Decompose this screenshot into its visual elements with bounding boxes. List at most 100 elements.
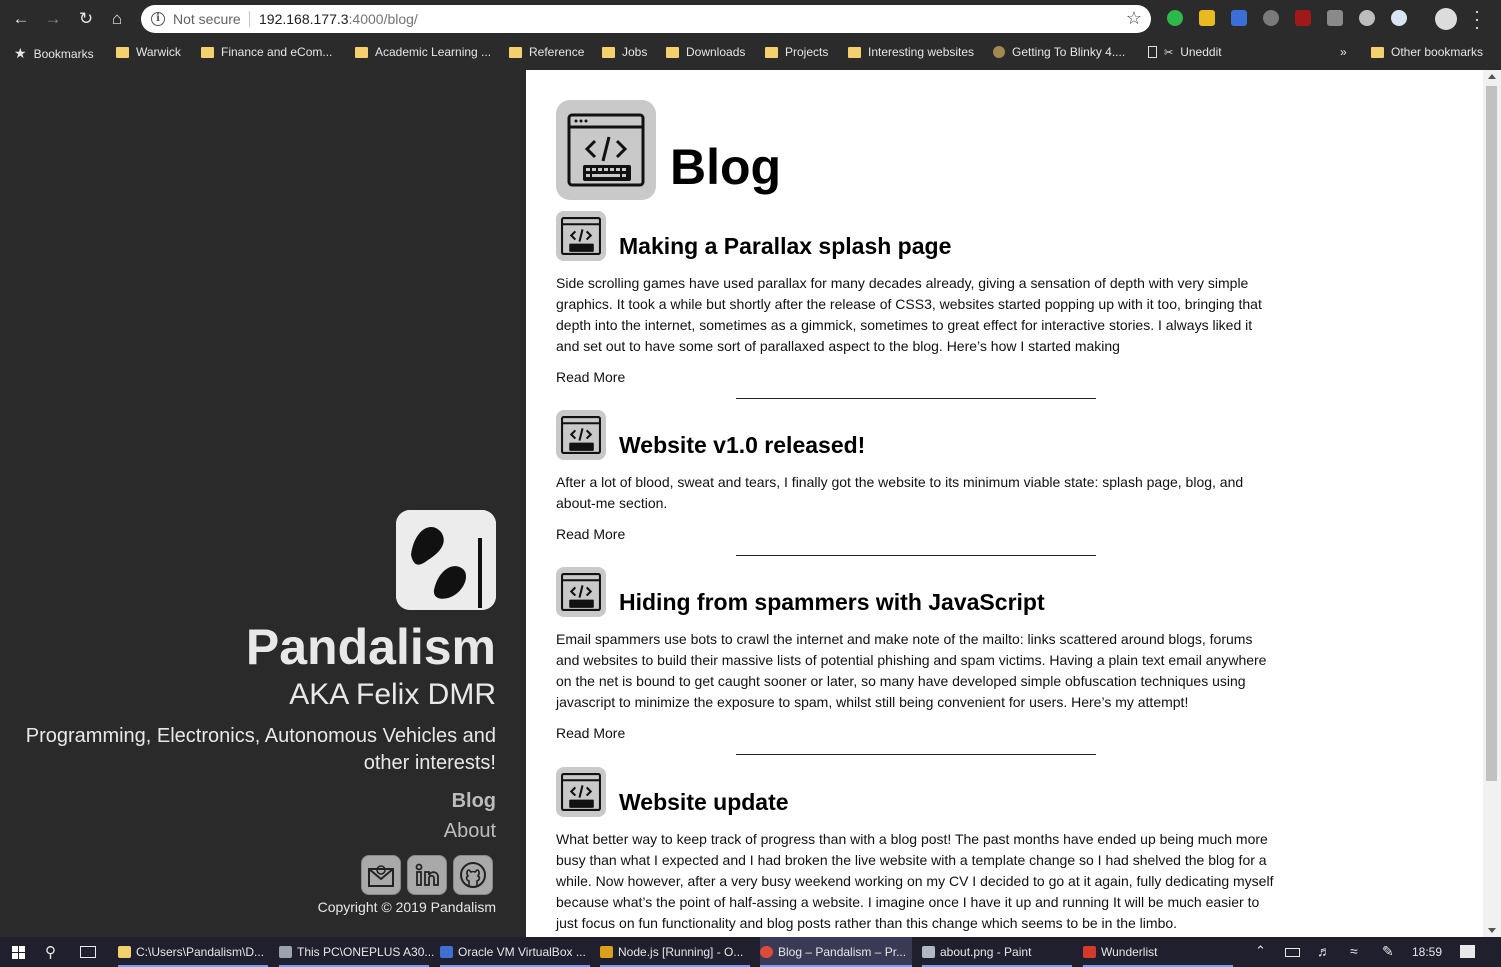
volume-icon[interactable]: ♬ xyxy=(1317,943,1331,959)
url-path[interactable]: :4000/blog/ xyxy=(349,11,418,27)
extension-l-icon[interactable] xyxy=(1391,10,1407,26)
read-more-link[interactable]: Read More xyxy=(556,369,625,385)
taskbar-label: This PC\ONEPLUS A30... xyxy=(297,945,435,959)
folder-icon xyxy=(666,46,679,58)
scroll-down-icon[interactable] xyxy=(1488,928,1496,933)
code-window-icon xyxy=(556,567,606,617)
folder-icon xyxy=(116,46,129,58)
bookmark-label: Uneddit xyxy=(1180,45,1222,59)
taskbar-label: C:\Users\Pandalism\D... xyxy=(136,945,265,959)
bookmark-item[interactable]: ★ Bookmarks xyxy=(14,45,94,62)
bookmark-star-icon[interactable]: ☆ xyxy=(1126,8,1142,29)
extension-green-icon[interactable] xyxy=(1167,10,1183,26)
extension-w-icon[interactable] xyxy=(1263,10,1279,26)
profile-avatar-icon[interactable] xyxy=(1435,8,1457,30)
ublock-icon[interactable] xyxy=(1295,10,1311,26)
reload-icon[interactable]: ↻ xyxy=(75,8,97,30)
scissors-icon: ✂ xyxy=(1164,46,1174,59)
code-window-icon xyxy=(556,100,656,200)
site-favicon-icon xyxy=(993,46,1005,58)
bookmark-item[interactable]: Getting To Blinky 4.... xyxy=(993,45,1125,59)
taskbar-item[interactable]: Node.js [Running] - O... xyxy=(600,937,750,967)
folder-icon xyxy=(355,46,368,58)
extension-chart-icon[interactable] xyxy=(1327,10,1343,26)
nav-link-blog[interactable]: Blog xyxy=(452,790,496,813)
scrollbar-thumb[interactable] xyxy=(1486,86,1497,781)
back-icon[interactable]: ← xyxy=(10,8,32,30)
nav-link-about[interactable]: About xyxy=(444,820,496,843)
code-window-icon xyxy=(556,211,606,261)
bookmark-folder[interactable]: Interesting websites xyxy=(848,45,974,59)
bookmark-folder[interactable]: Reference xyxy=(509,45,584,59)
other-bookmarks-folder[interactable]: Other bookmarks xyxy=(1371,45,1483,59)
post-divider xyxy=(736,754,1096,755)
taskbar-item[interactable]: Oracle VM VirtualBox ... xyxy=(440,937,590,967)
search-icon[interactable]: ⚲ xyxy=(45,943,56,961)
url-host[interactable]: 192.168.177.3 xyxy=(259,11,349,27)
linkedin-icon[interactable] xyxy=(407,855,447,895)
tray-chevron-up-icon[interactable]: ⌃ xyxy=(1255,943,1266,959)
bookmark-folder[interactable]: Academic Learning ... xyxy=(355,45,491,59)
address-bar[interactable]: i Not secure 192.168.177.3:4000/blog/ ☆ xyxy=(141,5,1151,33)
page-title: Blog xyxy=(670,139,782,195)
email-icon[interactable] xyxy=(361,855,401,895)
post-title[interactable]: Website update xyxy=(619,789,789,816)
bookmark-folder[interactable]: Finance and eCom... xyxy=(201,45,332,59)
nodejs-icon xyxy=(600,946,613,958)
post-title[interactable]: Hiding from spammers with JavaScript xyxy=(619,589,1045,616)
site-name[interactable]: Pandalism xyxy=(246,618,496,676)
windows-taskbar: ⚲ C:\Users\Pandalism\D... This PC\ONEPLU… xyxy=(0,937,1501,967)
pen-icon[interactable]: ✎ xyxy=(1382,943,1394,960)
extension-notes-icon[interactable] xyxy=(1199,10,1215,26)
url-text[interactable]: 192.168.177.3:4000/blog/ xyxy=(259,11,418,27)
bookmark-folder[interactable]: Projects xyxy=(765,45,828,59)
taskbar-item[interactable]: Wunderlist xyxy=(1083,937,1233,967)
code-window-icon xyxy=(556,767,606,817)
windows-start-icon[interactable] xyxy=(12,946,26,959)
taskbar-label: Oracle VM VirtualBox ... xyxy=(458,945,586,959)
browser-toolbar: ← → ↻ ⌂ i Not secure 192.168.177.3:4000/… xyxy=(0,0,1501,38)
task-view-icon[interactable] xyxy=(80,946,96,958)
battery-icon[interactable] xyxy=(1285,948,1300,957)
wunderlist-icon xyxy=(1083,946,1096,958)
bookmark-label: Finance and eCom... xyxy=(221,45,333,59)
page-icon xyxy=(1148,46,1157,58)
post-title[interactable]: Making a Parallax splash page xyxy=(619,233,951,260)
page-scrollbar[interactable] xyxy=(1483,70,1501,937)
taskbar-item[interactable]: C:\Users\Pandalism\D... xyxy=(118,937,268,967)
folder-icon xyxy=(1371,46,1384,58)
github-icon[interactable] xyxy=(453,855,493,895)
bookmarks-overflow-button[interactable]: » xyxy=(1340,45,1347,59)
info-icon[interactable]: i xyxy=(151,12,165,26)
read-more-link[interactable]: Read More xyxy=(556,725,625,741)
post-divider xyxy=(736,555,1096,556)
notifications-icon[interactable] xyxy=(1460,945,1475,958)
chrome-icon xyxy=(760,946,773,958)
post-title[interactable]: Website v1.0 released! xyxy=(619,432,865,459)
bookmark-folder[interactable]: Downloads xyxy=(666,45,745,59)
bookmark-label: Getting To Blinky 4.... xyxy=(1012,45,1126,59)
scroll-up-icon[interactable] xyxy=(1488,74,1496,79)
extension-check-icon[interactable] xyxy=(1359,10,1375,26)
taskbar-item[interactable]: This PC\ONEPLUS A30... xyxy=(279,937,434,967)
social-links xyxy=(361,855,493,895)
taskbar-label: Blog – Pandalism – Pr... xyxy=(778,945,907,959)
bookmark-folder[interactable]: Warwick xyxy=(116,45,181,59)
bookmark-label: Jobs xyxy=(622,45,648,59)
security-label[interactable]: Not secure xyxy=(173,11,241,27)
taskbar-clock[interactable]: 18:59 xyxy=(1412,937,1442,967)
taskbar-item[interactable]: about.png - Paint xyxy=(922,937,1072,967)
wifi-icon[interactable]: ≈ xyxy=(1350,943,1358,959)
browser-menu-icon[interactable]: · · · xyxy=(1470,2,1484,36)
panda-logo-icon[interactable] xyxy=(396,510,496,610)
home-icon[interactable]: ⌂ xyxy=(106,8,128,30)
read-more-link[interactable]: Read More xyxy=(556,526,625,542)
bookmark-folder[interactable]: Jobs xyxy=(602,45,647,59)
code-window-icon xyxy=(556,410,606,460)
forward-icon[interactable]: → xyxy=(42,8,64,30)
blog-main: Blog Making a Parallax splash page Side … xyxy=(526,70,1483,937)
extension-calendar-icon[interactable] xyxy=(1231,10,1247,26)
bookmark-item[interactable]: ✂ Uneddit xyxy=(1148,45,1222,59)
taskbar-item[interactable]: Blog – Pandalism – Pr... xyxy=(760,937,912,967)
omnibox-divider xyxy=(249,11,250,27)
